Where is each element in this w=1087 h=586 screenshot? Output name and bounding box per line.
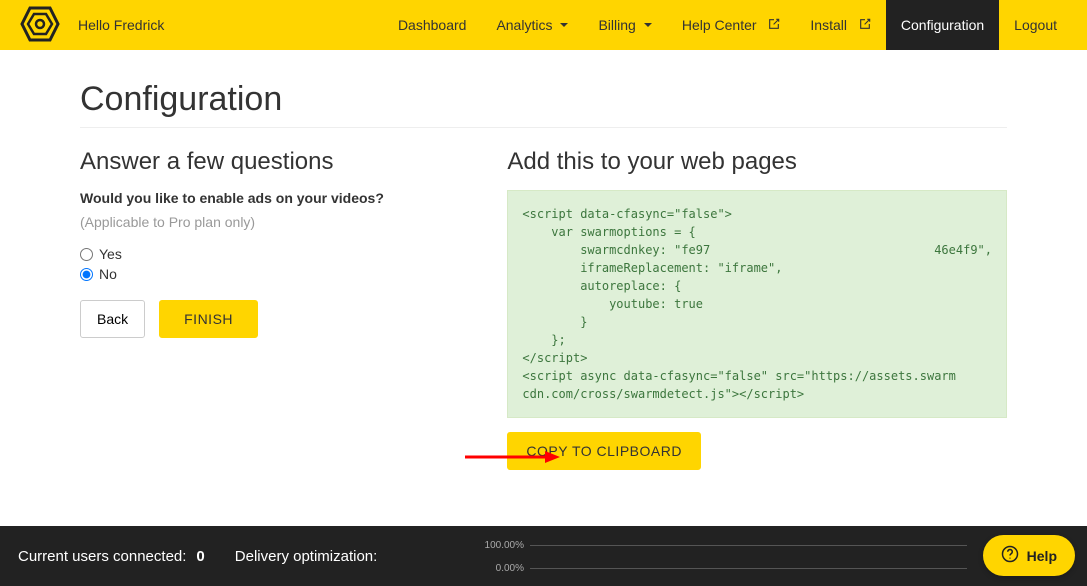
greeting-text: Hello Fredrick: [78, 17, 164, 33]
questions-heading: Answer a few questions: [80, 148, 467, 176]
radio-no[interactable]: No: [80, 266, 467, 282]
nav-install[interactable]: Install: [795, 0, 885, 50]
finish-button[interactable]: FINISH: [159, 300, 258, 338]
logo-icon: [20, 6, 60, 45]
nav-analytics[interactable]: Analytics: [481, 0, 583, 50]
external-link-icon: [859, 17, 871, 33]
annotation-arrow-icon: [460, 447, 560, 470]
delivery-optimization-label: Delivery optimization:: [235, 548, 378, 565]
nav-help-center[interactable]: Help Center: [667, 0, 796, 50]
nav-billing[interactable]: Billing: [583, 0, 666, 50]
external-link-icon: [768, 17, 780, 33]
questions-panel: Answer a few questions Would you like to…: [80, 148, 467, 470]
code-panel: Add this to your web pages <script data-…: [507, 148, 1007, 470]
users-connected-value: 0: [196, 548, 204, 565]
chart-gridline: [530, 545, 967, 546]
question-text: Would you like to enable ads on your vid…: [80, 190, 467, 206]
caret-down-icon: [560, 23, 568, 27]
users-connected-label: Current users connected:: [18, 548, 186, 565]
nav-dashboard[interactable]: Dashboard: [383, 0, 482, 50]
main-content: Configuration Answer a few questions Wou…: [0, 50, 1087, 470]
top-navbar: Hello Fredrick Dashboard Analytics Billi…: [0, 0, 1087, 50]
radio-yes-input[interactable]: [80, 248, 93, 261]
radio-yes-label: Yes: [99, 246, 122, 262]
chart-gridline: [530, 568, 967, 569]
radio-no-label: No: [99, 266, 117, 282]
page-title: Configuration: [80, 80, 1007, 128]
caret-down-icon: [644, 23, 652, 27]
brand[interactable]: Hello Fredrick: [20, 6, 164, 45]
embed-code[interactable]: <script data-cfasync="false"> var swarmo…: [507, 190, 1007, 418]
radio-no-input[interactable]: [80, 268, 93, 281]
nav-configuration[interactable]: Configuration: [886, 0, 999, 50]
question-note: (Applicable to Pro plan only): [80, 214, 467, 230]
footer-bar: Current users connected: 0 Delivery opti…: [0, 526, 1087, 586]
radio-yes[interactable]: Yes: [80, 246, 467, 262]
help-button[interactable]: Help: [983, 535, 1075, 576]
code-heading: Add this to your web pages: [507, 148, 1007, 176]
nav-logout[interactable]: Logout: [999, 0, 1072, 50]
chart-tick-0: 0.00%: [460, 563, 530, 574]
back-button[interactable]: Back: [80, 300, 145, 338]
help-label: Help: [1027, 548, 1057, 564]
help-icon: [1001, 545, 1019, 566]
nav-menu: Dashboard Analytics Billing Help Center …: [383, 0, 1072, 50]
chart-tick-100: 100.00%: [460, 540, 530, 551]
delivery-chart: 100.00% 0.00%: [460, 534, 967, 580]
